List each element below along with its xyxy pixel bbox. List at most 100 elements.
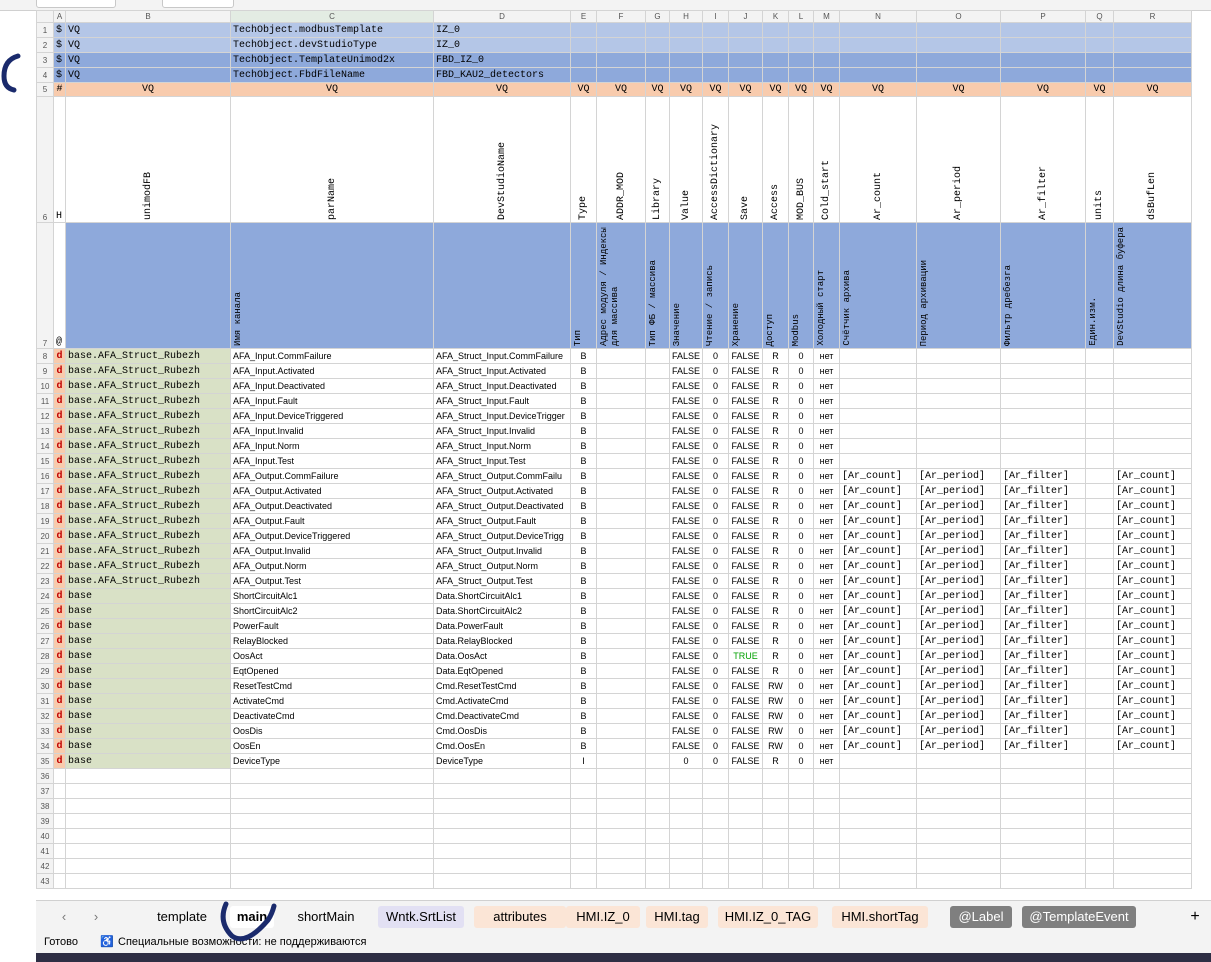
cell-m[interactable]: нет xyxy=(813,678,841,694)
template-cell-empty[interactable] xyxy=(702,52,730,68)
vq-cell[interactable]: VQ xyxy=(1113,82,1193,97)
cell-p[interactable] xyxy=(1000,348,1087,364)
cell-c[interactable]: AFA_Input.Norm xyxy=(230,438,434,454)
row-header[interactable]: 1 xyxy=(36,22,54,38)
cell-i[interactable]: 0 xyxy=(702,468,730,484)
cell-m[interactable]: нет xyxy=(813,468,841,484)
cell-o[interactable]: [Ar_period] xyxy=(916,498,1002,514)
template-cell-empty[interactable] xyxy=(839,22,918,38)
cell-o[interactable]: [Ar_period] xyxy=(916,738,1002,754)
empty-cell[interactable] xyxy=(1113,843,1193,859)
empty-cell[interactable] xyxy=(788,783,815,799)
cell-k[interactable]: R xyxy=(762,513,790,529)
vq-cell[interactable]: VQ xyxy=(702,82,730,97)
empty-cell[interactable] xyxy=(230,843,434,859)
cell-r[interactable]: [Ar_count] xyxy=(1113,648,1193,664)
cell-m[interactable]: нет xyxy=(813,708,841,724)
cell-h[interactable]: FALSE xyxy=(668,678,704,694)
empty-cell[interactable] xyxy=(668,813,704,829)
cell-f[interactable] xyxy=(596,558,646,574)
cell-n[interactable]: [Ar_count] xyxy=(839,483,918,499)
template-cell-empty[interactable] xyxy=(596,37,646,53)
cell-r[interactable]: [Ar_count] xyxy=(1113,603,1193,619)
cell-k[interactable]: R xyxy=(762,558,790,574)
cell-d[interactable]: AFA_Struct_Input.Fault xyxy=(433,393,571,409)
cell-e[interactable]: B xyxy=(570,723,597,739)
cell-l[interactable]: 0 xyxy=(788,453,815,469)
cell-c[interactable]: AFA_Input.Fault xyxy=(230,393,434,409)
table-row[interactable]: 18 d base.AFA_Struct_Rubezh AFA_Output.Deac… xyxy=(36,498,1193,514)
table-row[interactable]: 28 d base OosAct Data.OosAct B FALSE 0 TRUE R 0 нет… xyxy=(36,648,1193,664)
empty-cell[interactable] xyxy=(65,813,231,829)
empty-cell[interactable] xyxy=(668,768,704,784)
tab-template[interactable]: template xyxy=(146,906,218,928)
cell-q[interactable] xyxy=(1085,588,1115,604)
template-cell-empty[interactable] xyxy=(1085,22,1115,38)
row-header[interactable]: 28 xyxy=(36,648,54,664)
empty-cell[interactable] xyxy=(433,798,571,814)
vq-cell[interactable]: VQ xyxy=(839,82,918,97)
cell-g[interactable] xyxy=(645,573,670,589)
cell-p[interactable]: [Ar_filter] xyxy=(1000,723,1087,739)
cell-l[interactable]: 0 xyxy=(788,543,815,559)
table-row[interactable]: 26 d base PowerFault Data.PowerFault B FALSE 0 F… xyxy=(36,618,1193,634)
cell-j[interactable]: FALSE xyxy=(728,528,764,544)
empty-cell[interactable] xyxy=(570,858,597,874)
cell-q[interactable] xyxy=(1085,408,1115,424)
empty-cell[interactable] xyxy=(762,843,790,859)
cell-e[interactable]: B xyxy=(570,693,597,709)
cell-q[interactable] xyxy=(1085,528,1115,544)
cell-d[interactable]: AFA_Struct_Output.Deactivated xyxy=(433,498,571,514)
row-header[interactable]: 34 xyxy=(36,738,54,754)
cell-g[interactable] xyxy=(645,618,670,634)
add-sheet-button[interactable]: + xyxy=(1184,906,1206,928)
cell-q[interactable] xyxy=(1085,678,1115,694)
cell-a[interactable]: d xyxy=(53,378,66,394)
empty-cell[interactable] xyxy=(570,798,597,814)
cell-f[interactable] xyxy=(596,468,646,484)
cell-j[interactable]: TRUE xyxy=(728,648,764,664)
row-header[interactable]: 14 xyxy=(36,438,54,454)
template-cell-empty[interactable] xyxy=(1113,67,1193,83)
cell-i[interactable]: 0 xyxy=(702,723,730,739)
cell-l[interactable]: 0 xyxy=(788,663,815,679)
empty-cell[interactable] xyxy=(230,768,434,784)
cell-q[interactable] xyxy=(1085,558,1115,574)
cell-p[interactable] xyxy=(1000,363,1087,379)
field-name-cell[interactable]: Value xyxy=(668,96,704,223)
cell-m[interactable]: нет xyxy=(813,363,841,379)
row-header[interactable]: 8 xyxy=(36,348,54,364)
cell-k[interactable]: R xyxy=(762,573,790,589)
template-cell-empty[interactable] xyxy=(668,67,704,83)
cell-l[interactable]: 0 xyxy=(788,378,815,394)
cell-r[interactable] xyxy=(1113,363,1193,379)
cell-e[interactable]: B xyxy=(570,528,597,544)
cell-b[interactable]: base xyxy=(65,663,231,679)
cell-h[interactable]: FALSE xyxy=(668,513,704,529)
row-header[interactable]: 9 xyxy=(36,363,54,379)
empty-cell[interactable] xyxy=(53,858,66,874)
field-name-cell[interactable]: Ar_filter xyxy=(1000,96,1087,223)
empty-cell[interactable] xyxy=(916,783,1002,799)
empty-cell[interactable] xyxy=(839,813,918,829)
vq-cell[interactable]: VQ xyxy=(728,82,764,97)
cell-f[interactable] xyxy=(596,693,646,709)
cell-q[interactable] xyxy=(1085,738,1115,754)
cell-d[interactable]: AFA_Struct_Input.CommFailure xyxy=(433,348,571,364)
cell-p[interactable]: [Ar_filter] xyxy=(1000,678,1087,694)
cell-k[interactable]: R xyxy=(762,438,790,454)
cell-g[interactable] xyxy=(645,483,670,499)
cell-i[interactable]: 0 xyxy=(702,393,730,409)
table-row[interactable]: 14 d base.AFA_Struct_Rubezh AFA_Input.Norm A… xyxy=(36,438,1193,454)
field-desc-cell[interactable]: Адрес модуля / Индексы для массива xyxy=(596,222,646,349)
empty-cell[interactable] xyxy=(1085,858,1115,874)
cell-e[interactable]: B xyxy=(570,513,597,529)
template-cell[interactable]: IZ_0 xyxy=(433,22,571,38)
cell-k[interactable]: R xyxy=(762,543,790,559)
prev-sheet-button[interactable]: ‹ xyxy=(54,906,74,928)
cell-n[interactable]: [Ar_count] xyxy=(839,678,918,694)
cell-m[interactable]: нет xyxy=(813,453,841,469)
cell-l[interactable]: 0 xyxy=(788,708,815,724)
table-row[interactable]: 24 d base ShortCircuitAlc1 Data.ShortCircuit… xyxy=(36,588,1193,604)
cell-r[interactable] xyxy=(1113,438,1193,454)
